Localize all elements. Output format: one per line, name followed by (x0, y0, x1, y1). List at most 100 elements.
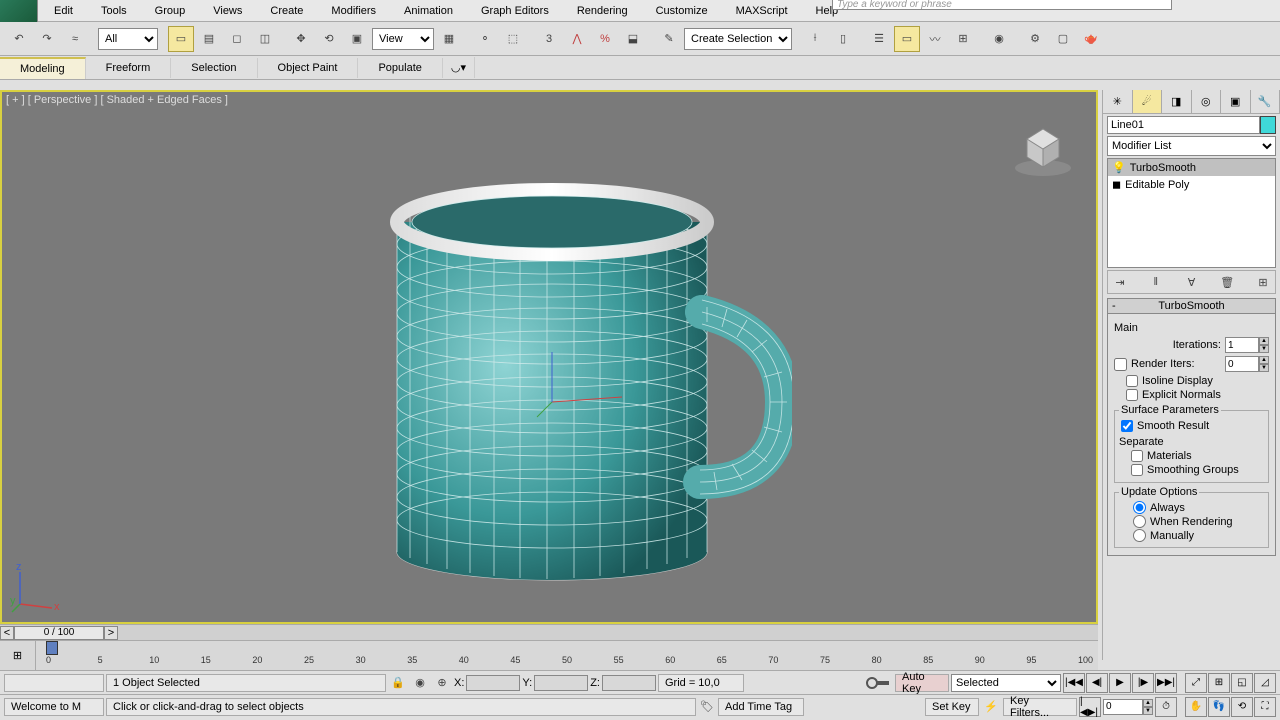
motion-tab-icon[interactable]: ◎ (1192, 90, 1222, 113)
key-filters-button[interactable]: Key Filters... (1003, 698, 1077, 716)
stack-turbosmooth[interactable]: 💡TurboSmooth (1108, 159, 1275, 176)
ribbon-populate[interactable]: Populate (358, 58, 442, 78)
named-selection-set[interactable]: Create Selection Se (684, 28, 792, 50)
explicit-check[interactable] (1126, 389, 1138, 401)
key-mode-icon[interactable]: ⚡ (981, 698, 1001, 716)
autokey-button[interactable]: Auto Key (895, 674, 949, 692)
pin-stack-icon[interactable]: ⇥ (1110, 272, 1130, 292)
materials-check[interactable] (1131, 450, 1143, 462)
use-center-icon[interactable]: ▦ (436, 26, 462, 52)
viewcube[interactable] (1008, 110, 1078, 180)
ribbon-expand[interactable]: ◡▾ (443, 57, 475, 78)
menu-rendering[interactable]: Rendering (563, 2, 642, 20)
edit-selection-set-icon[interactable]: ✎ (656, 26, 682, 52)
isolate-icon[interactable]: ◉ (410, 674, 430, 692)
object-color-swatch[interactable] (1260, 116, 1276, 134)
viewport-label[interactable]: [ + ] [ Perspective ] [ Shaded + Edged F… (6, 94, 228, 106)
iterations-up[interactable]: ▲ (1259, 337, 1269, 345)
render-iters-input[interactable] (1225, 356, 1259, 372)
smooth-result-check[interactable] (1121, 420, 1133, 432)
coord-display-icon[interactable]: ⊕ (432, 674, 452, 692)
goto-end-icon[interactable]: ▶▶| (1155, 673, 1177, 693)
nav-zoomext-icon[interactable]: ◱ (1231, 673, 1253, 693)
key-target-drop[interactable]: Selected (951, 674, 1061, 692)
update-manual-radio[interactable] (1133, 529, 1146, 542)
add-time-tag[interactable]: Add Time Tag (718, 698, 804, 716)
material-editor-icon[interactable]: ◉ (986, 26, 1012, 52)
nav-walk-icon[interactable]: 👣 (1208, 697, 1230, 717)
select-object-icon[interactable]: ▭ (168, 26, 194, 52)
utilities-tab-icon[interactable]: 🔧 (1251, 90, 1280, 113)
x-input[interactable] (466, 675, 520, 691)
modifier-stack[interactable]: 💡TurboSmooth ◼Editable Poly (1107, 158, 1276, 268)
link-icon[interactable]: ≈ (62, 26, 88, 52)
mirror-icon[interactable]: ⟊ (802, 26, 828, 52)
nav-pan-icon[interactable]: ✋ (1185, 697, 1207, 717)
iterations-down[interactable]: ▼ (1259, 345, 1269, 353)
menu-create[interactable]: Create (256, 2, 317, 20)
track-config-icon[interactable]: ⊞ (0, 641, 36, 670)
rotate-icon[interactable]: ⟲ (316, 26, 342, 52)
update-always-radio[interactable] (1133, 501, 1146, 514)
ribbon-selection[interactable]: Selection (171, 58, 257, 78)
isoline-check[interactable] (1126, 375, 1138, 387)
nav-maximize-icon[interactable]: ⛶ (1254, 697, 1276, 717)
time-slider[interactable]: < 0 / 100 > (0, 624, 1098, 640)
stack-editablepoly[interactable]: ◼Editable Poly (1108, 176, 1275, 193)
percent-snap-icon[interactable]: % (592, 26, 618, 52)
set-key-large-icon[interactable] (863, 673, 893, 693)
window-crossing-icon[interactable]: ◫ (252, 26, 278, 52)
track-bar[interactable]: ⊞ 05101520253035404550556065707580859095… (0, 640, 1098, 670)
selection-filter[interactable]: All (98, 28, 158, 50)
toggle-ribbon-icon[interactable]: ▭ (894, 26, 920, 52)
layer-manager-icon[interactable]: ☰ (866, 26, 892, 52)
search-box[interactable]: Type a keyword or phrase (832, 0, 1172, 10)
angle-snap-icon[interactable]: ⋀ (564, 26, 590, 52)
menu-modifiers[interactable]: Modifiers (317, 2, 390, 20)
configure-sets-icon[interactable]: ⊞ (1253, 272, 1273, 292)
snap-toggle-icon[interactable]: 3 (536, 26, 562, 52)
move-icon[interactable]: ✥ (288, 26, 314, 52)
prev-frame-icon[interactable]: ◀| (1086, 673, 1108, 693)
hierarchy-tab-icon[interactable]: ◨ (1162, 90, 1192, 113)
nav-zoomall-icon[interactable]: ⊞ (1208, 673, 1230, 693)
time-slider-handle[interactable]: 0 / 100 (14, 626, 104, 640)
menu-maxscript[interactable]: MAXScript (722, 2, 802, 20)
nav-fov-icon[interactable]: ◿ (1254, 673, 1276, 693)
menu-grapheditors[interactable]: Graph Editors (467, 2, 563, 20)
modify-tab-icon[interactable]: ☄ (1133, 90, 1163, 113)
show-end-result-icon[interactable]: ‖ (1146, 272, 1166, 292)
ref-coord-system[interactable]: View (372, 28, 434, 50)
menu-customize[interactable]: Customize (642, 2, 722, 20)
app-logo[interactable] (0, 0, 38, 22)
ribbon-freeform[interactable]: Freeform (86, 58, 172, 78)
time-tag-icon[interactable]: 🏷 (698, 698, 716, 716)
scale-icon[interactable]: ▣ (344, 26, 370, 52)
select-by-name-icon[interactable]: ▤ (196, 26, 222, 52)
menu-group[interactable]: Group (141, 2, 200, 20)
make-unique-icon[interactable]: ∀ (1182, 272, 1202, 292)
current-frame-input[interactable] (1103, 699, 1143, 715)
prev-frame-btn[interactable]: < (0, 626, 14, 640)
display-tab-icon[interactable]: ▣ (1221, 90, 1251, 113)
curve-editor-icon[interactable]: 〰 (922, 26, 948, 52)
z-input[interactable] (602, 675, 656, 691)
update-render-radio[interactable] (1133, 515, 1146, 528)
undo-icon[interactable]: ↶ (6, 26, 32, 52)
perspective-viewport[interactable]: [ + ] [ Perspective ] [ Shaded + Edged F… (0, 90, 1098, 624)
track-head[interactable] (46, 641, 58, 655)
rollout-turbosmooth[interactable]: -TurboSmooth (1107, 298, 1276, 314)
time-config-icon[interactable]: ⏱ (1155, 697, 1177, 717)
spinner-snap-icon[interactable]: ⬓ (620, 26, 646, 52)
remove-modifier-icon[interactable]: 🗑 (1217, 272, 1237, 292)
render-icon[interactable]: 🫖 (1078, 26, 1104, 52)
goto-start-icon[interactable]: |◀◀ (1063, 673, 1085, 693)
render-setup-icon[interactable]: ⚙ (1022, 26, 1048, 52)
menu-views[interactable]: Views (199, 2, 256, 20)
nav-orbit-icon[interactable]: ⟲ (1231, 697, 1253, 717)
next-frame-icon[interactable]: |▶ (1132, 673, 1154, 693)
menu-tools[interactable]: Tools (87, 2, 141, 20)
menu-edit[interactable]: Edit (40, 2, 87, 20)
play-icon[interactable]: ▶ (1109, 673, 1131, 693)
keyboard-shortcut-icon[interactable]: ⬚ (500, 26, 526, 52)
